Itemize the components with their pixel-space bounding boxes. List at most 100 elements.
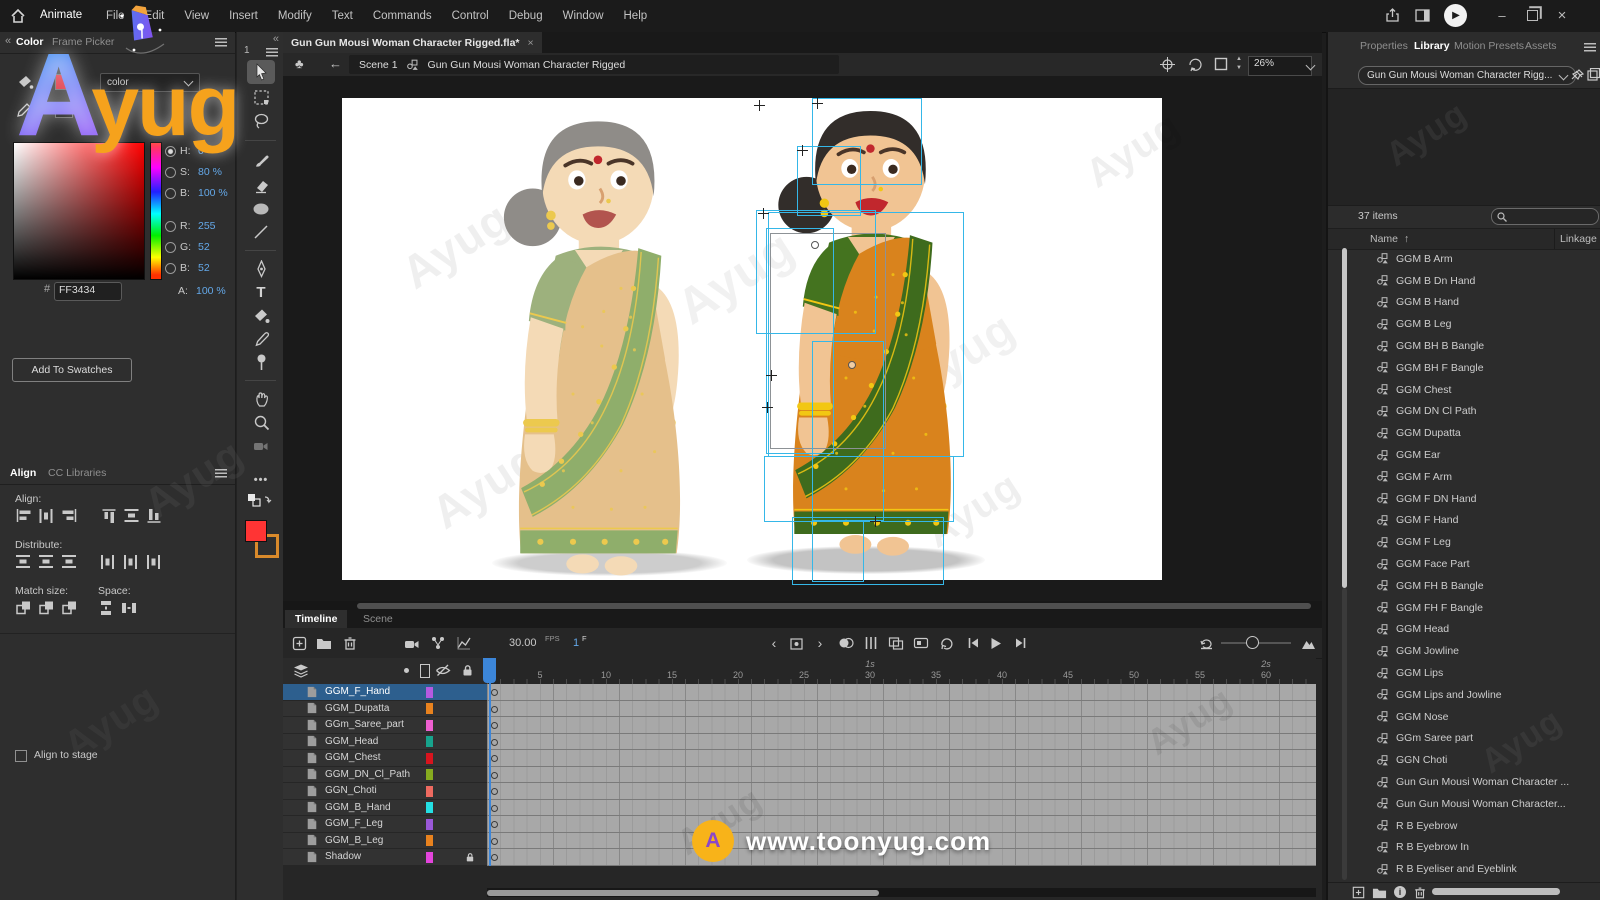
selection-tool[interactable]	[247, 60, 275, 84]
layer-color-chip[interactable]	[426, 686, 433, 698]
layer-depth-button[interactable]	[453, 632, 475, 654]
lock-column-icon[interactable]	[460, 663, 475, 677]
document-tab[interactable]: Gun Gun Mousi Woman Character Rigged.fla…	[283, 32, 542, 53]
delete-layer-button[interactable]	[339, 632, 361, 654]
library-search-input[interactable]	[1491, 208, 1599, 225]
menu-item[interactable]: Commands	[363, 10, 442, 22]
new-layer-button[interactable]	[288, 632, 310, 654]
onion-skin-button[interactable]	[835, 632, 857, 654]
column-divider[interactable]	[1554, 229, 1555, 249]
distribute-bottom-icon[interactable]	[61, 555, 78, 569]
keyframe-dot[interactable]	[491, 755, 498, 762]
keyframe-dot[interactable]	[491, 771, 498, 779]
library-item[interactable]: Gun Gun Mousi Woman Character ...	[1328, 771, 1600, 793]
library-item[interactable]: GGM F DN Hand	[1328, 488, 1600, 510]
library-item[interactable]: GGM Face Part	[1328, 553, 1600, 575]
library-item[interactable]: GGM DN Cl Path	[1328, 401, 1600, 423]
menu-item[interactable]: Control	[442, 10, 499, 22]
new-folder-button[interactable]	[1372, 885, 1387, 900]
new-library-panel-icon[interactable]	[1587, 68, 1600, 81]
library-item[interactable]: GGM Chest	[1328, 379, 1600, 401]
layer-lock-icon[interactable]	[464, 851, 476, 863]
library-item[interactable]: GGN Choti	[1328, 749, 1600, 771]
selection-rect[interactable]	[797, 146, 861, 216]
b2-value[interactable]: 52	[198, 262, 210, 274]
stroke-color-swatch[interactable]	[55, 102, 73, 118]
tools-menu-icon[interactable]	[266, 48, 278, 57]
space-horizontal-icon[interactable]	[121, 601, 138, 615]
step-back-button[interactable]	[962, 632, 984, 654]
timeline-layer-row[interactable]: GGM_Head	[283, 733, 487, 750]
layer-frame-span[interactable]	[487, 750, 1316, 767]
pin-library-icon[interactable]	[1570, 69, 1584, 81]
scrollbar-thumb[interactable]	[487, 889, 879, 896]
restore-button[interactable]	[1518, 0, 1546, 30]
brush-tool[interactable]	[247, 148, 275, 172]
menu-item[interactable]: Window	[553, 10, 614, 22]
menu-item[interactable]: Insert	[219, 10, 268, 22]
timeline-layer-row[interactable]: GGM_Dupatta	[283, 700, 487, 717]
timeline-layer-row[interactable]: Shadow	[283, 849, 487, 866]
tab-assets[interactable]: Assets	[1525, 40, 1557, 52]
library-item[interactable]: GGM B Hand	[1328, 292, 1600, 314]
radio-b2[interactable]	[165, 262, 176, 274]
library-scrollbar-thumb[interactable]	[1342, 248, 1347, 588]
center-frame-icon[interactable]	[1160, 57, 1175, 72]
transform-point[interactable]	[762, 402, 773, 413]
library-item[interactable]: GGM F Hand	[1328, 510, 1600, 532]
properties-button[interactable]: i	[1394, 886, 1406, 898]
stage-hscrollbar[interactable]	[283, 601, 1322, 610]
color-gradient-picker[interactable]	[13, 142, 145, 280]
test-movie-button[interactable]: ▶	[1444, 4, 1467, 27]
panel-menu-icon[interactable]	[215, 38, 227, 47]
zoom-tool[interactable]	[247, 410, 275, 434]
hide-column-icon[interactable]	[435, 663, 451, 678]
add-to-swatches-button[interactable]: Add To Swatches	[12, 358, 132, 382]
tab-frame-picker[interactable]: Frame Picker	[52, 36, 114, 48]
layer-color-chip[interactable]	[426, 719, 433, 731]
playhead[interactable]	[483, 658, 496, 683]
keyframe-dot[interactable]	[491, 804, 498, 812]
show-all-dot-icon[interactable]	[404, 668, 409, 673]
radio-b[interactable]	[165, 187, 176, 199]
layer-frame-span[interactable]	[487, 849, 1316, 866]
timeline-layer-row[interactable]: GGM_F_Leg	[283, 816, 487, 833]
keyframe-dot[interactable]	[491, 854, 498, 861]
library-item[interactable]: GGM B Leg	[1328, 313, 1600, 335]
radio-h[interactable]	[165, 145, 176, 157]
layer-color-chip[interactable]	[426, 818, 433, 830]
layer-frame-span[interactable]	[487, 766, 1316, 783]
tab-color[interactable]: Color	[16, 36, 43, 48]
timeline-layer-row[interactable]: GGM_B_Leg	[283, 832, 487, 849]
library-item[interactable]: GGM F Arm	[1328, 466, 1600, 488]
asset-warp-tool[interactable]	[247, 350, 275, 374]
tab-motion-presets[interactable]: Motion Presets	[1454, 40, 1524, 52]
layer-color-chip[interactable]	[426, 785, 433, 797]
minimize-button[interactable]: –	[1488, 0, 1516, 30]
next-keyframe-button[interactable]: ›	[809, 632, 831, 654]
layer-color-chip[interactable]	[426, 752, 433, 764]
step-forward-button[interactable]	[1009, 632, 1031, 654]
layer-frame-span[interactable]	[487, 816, 1316, 833]
tab-properties[interactable]: Properties	[1360, 40, 1408, 52]
current-frame-value[interactable]: 1	[573, 637, 579, 649]
tab-timeline[interactable]: Timeline	[285, 610, 348, 628]
library-item[interactable]: GGM Lips and Jowline	[1328, 684, 1600, 706]
timeline-hscrollbar[interactable]	[487, 888, 1316, 897]
keyframe-dot[interactable]	[491, 705, 498, 713]
s-value[interactable]: 80 %	[198, 166, 222, 178]
frame-range-button[interactable]	[910, 632, 932, 654]
fps-value[interactable]: 30.00	[509, 637, 537, 649]
delete-item-button[interactable]	[1413, 885, 1427, 900]
h-value[interactable]: 0 °	[198, 145, 211, 157]
transform-point[interactable]	[870, 516, 881, 527]
library-item[interactable]: GGM Nose	[1328, 706, 1600, 728]
align-left-icon[interactable]	[15, 509, 32, 523]
swap-colors-icon[interactable]	[247, 493, 273, 509]
selection-rect[interactable]	[812, 520, 864, 582]
library-item[interactable]: GGM Dupatta	[1328, 422, 1600, 444]
align-center-h-icon[interactable]	[38, 509, 55, 523]
library-item[interactable]: GGM F Leg	[1328, 531, 1600, 553]
align-bottom-icon[interactable]	[147, 508, 162, 525]
keyframe-dot[interactable]	[491, 821, 498, 828]
